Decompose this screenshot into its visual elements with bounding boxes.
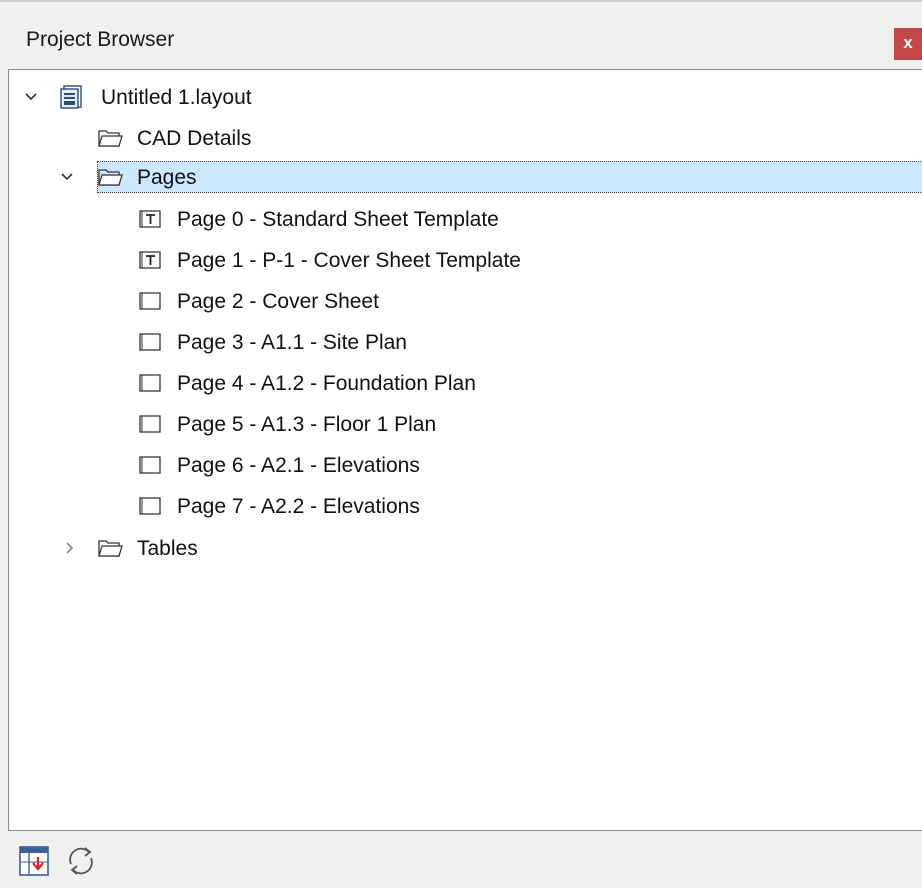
tree-item-page[interactable]: Page 4 - A1.2 - Foundation Plan — [9, 366, 922, 400]
tree-item-page[interactable]: Page 3 - A1.1 - Site Plan — [9, 325, 922, 359]
tree-item-tables[interactable]: Tables — [9, 531, 922, 565]
tree-item-label: Page 0 - Standard Sheet Template — [177, 208, 499, 231]
title-bar: Project Browser x — [0, 2, 922, 66]
tree-item-label: Page 2 - Cover Sheet — [177, 290, 379, 313]
tree-item-label: Page 5 - A1.3 - Floor 1 Plan — [177, 413, 437, 436]
tree-item-label: Page 6 - A2.1 - Elevations — [177, 454, 420, 477]
tree-item-page[interactable]: Page 6 - A2.1 - Elevations — [9, 448, 922, 482]
template-page-icon — [139, 210, 161, 228]
page-icon — [139, 292, 161, 310]
tree-item-page[interactable]: Page 5 - A1.3 - Floor 1 Plan — [9, 407, 922, 441]
chevron-right-icon[interactable] — [61, 540, 77, 556]
tree-item-root[interactable]: Untitled 1.layout — [9, 80, 922, 114]
tree-item-label: Pages — [137, 166, 197, 189]
tree-item-page[interactable]: Page 7 - A2.2 - Elevations — [9, 489, 922, 523]
tree-item-label: Page 4 - A1.2 - Foundation Plan — [177, 372, 476, 395]
folder-icon — [98, 169, 123, 186]
go-to-view-icon[interactable] — [18, 844, 52, 878]
chevron-down-icon[interactable] — [59, 169, 75, 185]
folder-icon — [98, 540, 123, 557]
project-browser-window: Project Browser x Untitled 1.layout CAD … — [0, 0, 922, 888]
page-icon — [139, 374, 161, 392]
tree-item-page[interactable]: Page 0 - Standard Sheet Template — [9, 202, 922, 236]
tree-item-label: Untitled 1.layout — [101, 86, 252, 109]
tree-item-pages[interactable]: Pages — [9, 160, 922, 194]
tree-item-label: Page 1 - P-1 - Cover Sheet Template — [177, 249, 521, 272]
project-tree: Untitled 1.layout CAD Details Pages Page… — [8, 69, 922, 831]
tree-item-label: Page 7 - A2.2 - Elevations — [177, 495, 420, 518]
tree-item-page[interactable]: Page 1 - P-1 - Cover Sheet Template — [9, 243, 922, 277]
tree-item-label: Tables — [137, 537, 198, 560]
tree-item-page[interactable]: Page 2 - Cover Sheet — [9, 284, 922, 318]
page-icon — [139, 456, 161, 474]
chevron-down-icon[interactable] — [23, 89, 39, 105]
layout-file-icon — [60, 85, 82, 109]
page-icon — [139, 497, 161, 515]
tree-item-cad-details[interactable]: CAD Details — [9, 121, 922, 155]
window-title: Project Browser — [26, 28, 175, 51]
tree-item-label: Page 3 - A1.1 - Site Plan — [177, 331, 407, 354]
selection-highlight — [97, 161, 922, 193]
page-icon — [139, 415, 161, 433]
close-button[interactable]: x — [894, 28, 922, 60]
bottom-toolbar — [0, 832, 922, 888]
folder-icon — [98, 130, 123, 147]
tree-item-label: CAD Details — [137, 127, 252, 150]
page-icon — [139, 333, 161, 351]
refresh-icon[interactable] — [64, 844, 98, 878]
template-page-icon — [139, 251, 161, 269]
